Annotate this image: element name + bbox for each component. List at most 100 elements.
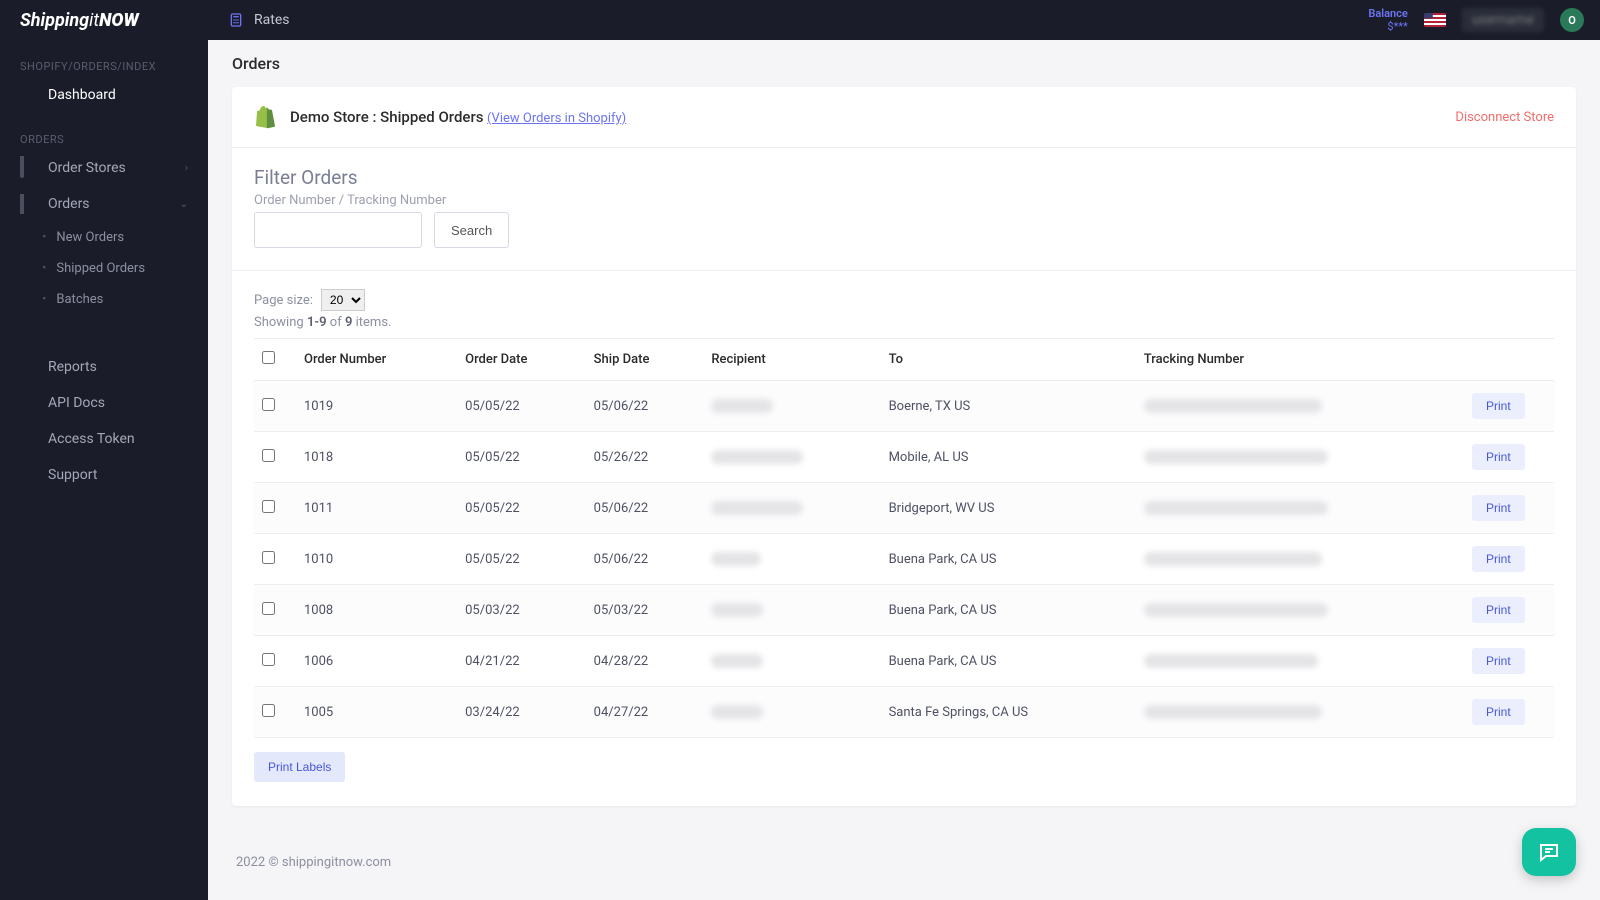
footer-copyright: 2022 © shippingitnow.com bbox=[236, 855, 391, 870]
col-recipient[interactable]: Recipient bbox=[703, 339, 880, 381]
col-order-number[interactable]: Order Number bbox=[296, 339, 457, 381]
balance-value: $*** bbox=[1368, 20, 1407, 33]
sidebar-item-access-token[interactable]: Access Token bbox=[0, 421, 208, 457]
print-labels-button[interactable]: Print Labels bbox=[254, 752, 345, 782]
search-input[interactable] bbox=[254, 212, 422, 248]
print-button[interactable]: Print bbox=[1472, 597, 1525, 623]
sidebar-item-support[interactable]: Support bbox=[0, 457, 208, 493]
chevron-down-icon: ⌄ bbox=[180, 199, 188, 210]
table-row: 101805/05/2205/26/22xMobile, AL USxPrint bbox=[254, 432, 1554, 483]
table-row: 101105/05/2205/06/22xBridgeport, WV USxP… bbox=[254, 483, 1554, 534]
rates-label: Rates bbox=[254, 12, 289, 28]
cell-ship-date: 05/06/22 bbox=[586, 483, 704, 534]
print-button[interactable]: Print bbox=[1472, 495, 1525, 521]
cell-order-date: 05/03/22 bbox=[457, 585, 586, 636]
cell-recipient: x bbox=[703, 381, 880, 432]
row-checkbox[interactable] bbox=[262, 449, 275, 462]
print-button[interactable]: Print bbox=[1472, 393, 1525, 419]
print-button[interactable]: Print bbox=[1472, 699, 1525, 725]
chat-fab[interactable] bbox=[1522, 828, 1576, 876]
cell-tracking: x bbox=[1136, 381, 1464, 432]
cell-order-date: 05/05/22 bbox=[457, 483, 586, 534]
topbar-rates-link[interactable]: Rates bbox=[208, 12, 289, 28]
access-token-icon bbox=[20, 431, 36, 447]
cell-ship-date: 05/26/22 bbox=[586, 432, 704, 483]
shipped-orders-label: Shipped Orders bbox=[56, 261, 145, 276]
user-avatar[interactable]: O bbox=[1560, 8, 1584, 32]
order-stores-label: Order Stores bbox=[48, 160, 126, 176]
page-size-select[interactable]: 20 bbox=[321, 289, 365, 311]
row-checkbox[interactable] bbox=[262, 602, 275, 615]
cell-order-number: 1005 bbox=[296, 687, 457, 738]
calculator-icon bbox=[228, 12, 244, 28]
orders-icon bbox=[20, 196, 36, 212]
cell-to: Buena Park, CA US bbox=[881, 585, 1136, 636]
sidebar-sub-new-orders[interactable]: New Orders bbox=[0, 222, 208, 253]
sidebar-item-orders[interactable]: Orders ⌄ bbox=[0, 186, 208, 222]
orders-table: Order Number Order Date Ship Date Recipi… bbox=[254, 338, 1554, 738]
cell-order-date: 03/24/22 bbox=[457, 687, 586, 738]
user-name-chip[interactable]: username bbox=[1462, 8, 1544, 32]
cell-tracking: x bbox=[1136, 483, 1464, 534]
sidebar: SHOPIFY/ORDERS/INDEX Dashboard ORDERS Or… bbox=[0, 0, 208, 900]
disconnect-store-link[interactable]: Disconnect Store bbox=[1455, 110, 1554, 125]
cell-order-date: 05/05/22 bbox=[457, 534, 586, 585]
cell-ship-date: 05/03/22 bbox=[586, 585, 704, 636]
view-in-shopify-link[interactable]: (View Orders in Shopify) bbox=[487, 111, 626, 126]
orders-label: Orders bbox=[48, 196, 90, 212]
cell-order-number: 1018 bbox=[296, 432, 457, 483]
sidebar-item-order-stores[interactable]: Order Stores › bbox=[0, 150, 208, 186]
page-size-label: Page size: bbox=[254, 293, 313, 308]
filter-field-label: Order Number / Tracking Number bbox=[254, 193, 1554, 208]
table-row: 101905/05/2205/06/22xBoerne, TX USxPrint bbox=[254, 381, 1554, 432]
row-checkbox[interactable] bbox=[262, 398, 275, 411]
new-orders-label: New Orders bbox=[56, 230, 124, 245]
row-checkbox[interactable] bbox=[262, 704, 275, 717]
cell-recipient: x bbox=[703, 483, 880, 534]
cell-order-number: 1019 bbox=[296, 381, 457, 432]
col-tracking[interactable]: Tracking Number bbox=[1136, 339, 1464, 381]
chevron-right-icon: › bbox=[185, 163, 188, 174]
search-button[interactable]: Search bbox=[434, 212, 509, 248]
cell-order-number: 1008 bbox=[296, 585, 457, 636]
sidebar-item-api-docs[interactable]: API Docs bbox=[0, 385, 208, 421]
sidebar-item-dashboard[interactable]: Dashboard bbox=[0, 77, 208, 113]
cell-tracking: x bbox=[1136, 534, 1464, 585]
api-docs-icon bbox=[20, 395, 36, 411]
select-all-checkbox[interactable] bbox=[262, 351, 275, 364]
page-title: Orders bbox=[232, 54, 1576, 73]
table-row: 100604/21/2204/28/22xBuena Park, CA USxP… bbox=[254, 636, 1554, 687]
cell-tracking: x bbox=[1136, 585, 1464, 636]
cell-ship-date: 05/06/22 bbox=[586, 381, 704, 432]
cell-recipient: x bbox=[703, 687, 880, 738]
balance-block[interactable]: Balance $*** bbox=[1368, 7, 1407, 33]
cell-tracking: x bbox=[1136, 636, 1464, 687]
col-ship-date[interactable]: Ship Date bbox=[586, 339, 704, 381]
sidebar-sub-shipped-orders[interactable]: Shipped Orders bbox=[0, 253, 208, 284]
cell-order-date: 05/05/22 bbox=[457, 381, 586, 432]
store-title: Demo Store : Shipped Orders bbox=[290, 108, 483, 126]
sidebar-sub-batches[interactable]: Batches bbox=[0, 284, 208, 315]
chat-icon bbox=[1537, 840, 1561, 864]
col-to[interactable]: To bbox=[881, 339, 1136, 381]
balance-label: Balance bbox=[1368, 7, 1407, 20]
sidebar-item-reports[interactable]: Reports bbox=[0, 349, 208, 385]
row-checkbox[interactable] bbox=[262, 653, 275, 666]
cell-ship-date: 04/27/22 bbox=[586, 687, 704, 738]
locale-flag-icon[interactable] bbox=[1424, 13, 1446, 27]
table-row: 100805/03/2205/03/22xBuena Park, CA USxP… bbox=[254, 585, 1554, 636]
print-button[interactable]: Print bbox=[1472, 648, 1525, 674]
print-button[interactable]: Print bbox=[1472, 444, 1525, 470]
row-checkbox[interactable] bbox=[262, 500, 275, 513]
brand-part2: it bbox=[89, 10, 99, 31]
row-checkbox[interactable] bbox=[262, 551, 275, 564]
filter-orders-title: Filter Orders bbox=[254, 166, 1554, 189]
support-label: Support bbox=[48, 467, 97, 483]
print-button[interactable]: Print bbox=[1472, 546, 1525, 572]
cell-recipient: x bbox=[703, 636, 880, 687]
access-token-label: Access Token bbox=[48, 431, 135, 447]
batches-label: Batches bbox=[56, 292, 103, 307]
brand-part1: Shipping bbox=[20, 10, 89, 31]
col-order-date[interactable]: Order Date bbox=[457, 339, 586, 381]
cell-recipient: x bbox=[703, 534, 880, 585]
